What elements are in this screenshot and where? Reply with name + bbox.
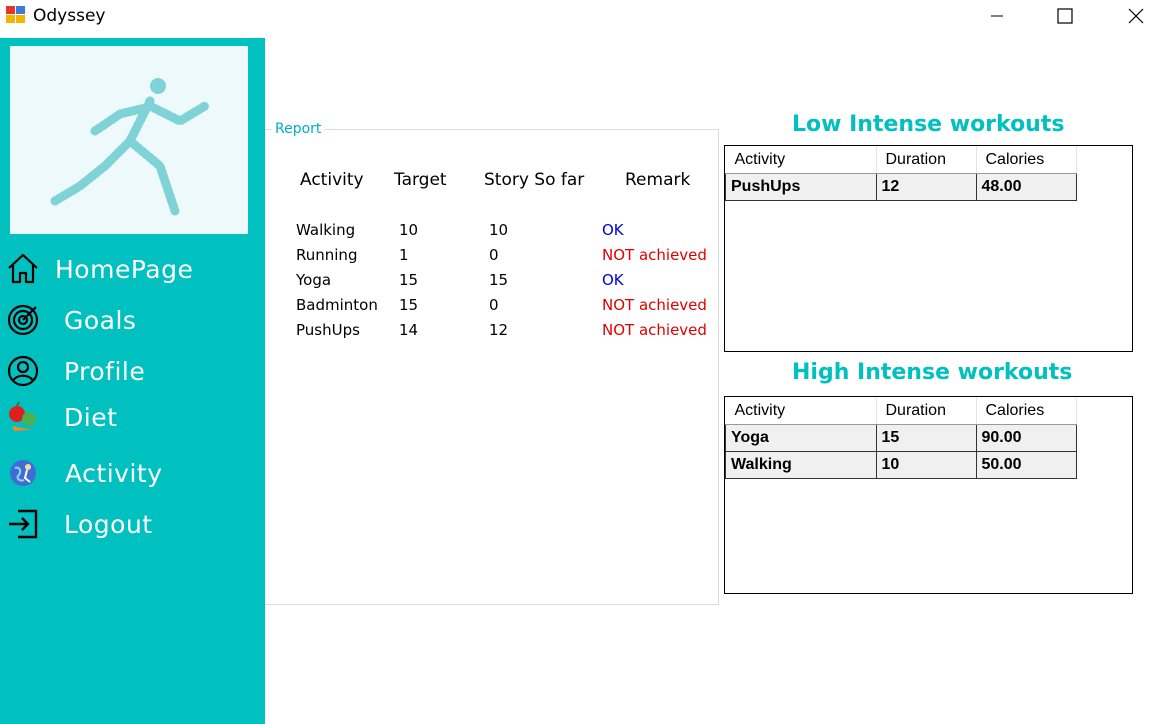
home-icon bbox=[8, 253, 38, 284]
report-cell-activity: Badminton bbox=[296, 296, 378, 314]
grid-cell[interactable]: 12 bbox=[875, 173, 977, 201]
minimize-icon bbox=[991, 15, 1003, 17]
grid-cell[interactable]: PushUps bbox=[725, 173, 877, 201]
high-intense-grid[interactable]: Activity Duration Calories Yoga 15 90.00… bbox=[724, 396, 1133, 594]
grid-cell[interactable]: 48.00 bbox=[975, 173, 1077, 201]
grid-cell[interactable]: 10 bbox=[875, 451, 977, 479]
grid-row[interactable]: PushUps 12 48.00 bbox=[725, 173, 1077, 201]
maximize-button[interactable] bbox=[1042, 0, 1088, 32]
report-group bbox=[265, 129, 719, 605]
report-cell-remark: OK bbox=[602, 221, 624, 239]
report-cell-target: 15 bbox=[399, 271, 419, 289]
nav-profile[interactable]: Profile bbox=[0, 349, 265, 393]
activity-globe-icon bbox=[10, 460, 36, 486]
grid-cell[interactable]: 90.00 bbox=[975, 424, 1077, 452]
maximize-icon bbox=[1057, 8, 1073, 24]
close-icon bbox=[1128, 8, 1144, 24]
grid-cell[interactable]: Yoga bbox=[725, 424, 877, 452]
app-icon bbox=[6, 6, 26, 24]
grid-cell[interactable]: 15 bbox=[875, 424, 977, 452]
grid-column-header[interactable]: Duration bbox=[876, 146, 977, 174]
report-cell-remark: NOT achieved bbox=[602, 321, 707, 339]
report-header-so-far: Story So far bbox=[484, 170, 585, 190]
report-cell-activity: PushUps bbox=[296, 321, 360, 339]
report-cell-so-far: 0 bbox=[489, 296, 499, 314]
target-icon bbox=[7, 304, 39, 336]
report-cell-so-far: 15 bbox=[489, 271, 509, 289]
grid-column-header[interactable]: Calories bbox=[976, 146, 1077, 174]
report-cell-remark: NOT achieved bbox=[602, 296, 707, 314]
report-cell-remark: NOT achieved bbox=[602, 246, 707, 264]
nav-diet[interactable]: Diet bbox=[0, 395, 265, 439]
grid-cell[interactable]: 50.00 bbox=[975, 451, 1077, 479]
grid-header-row: Activity Duration Calories bbox=[725, 146, 1077, 174]
report-cell-target: 10 bbox=[399, 221, 419, 239]
nav-activity[interactable]: Activity bbox=[0, 451, 265, 495]
nav-profile-label: Profile bbox=[64, 356, 146, 386]
nav-goals-label: Goals bbox=[64, 305, 137, 335]
nav-logout[interactable]: Logout bbox=[0, 502, 265, 546]
window-title: Odyssey bbox=[33, 6, 106, 26]
nav-activity-label: Activity bbox=[65, 458, 163, 488]
report-cell-target: 15 bbox=[399, 296, 419, 314]
high-intense-title: High Intense workouts bbox=[792, 360, 1073, 385]
fruit-veg-icon bbox=[9, 401, 36, 431]
logout-icon bbox=[9, 509, 38, 539]
report-header-target: Target bbox=[394, 170, 447, 190]
grid-column-header[interactable]: Activity bbox=[725, 146, 877, 174]
report-legend: Report bbox=[272, 121, 325, 137]
close-button[interactable] bbox=[1113, 0, 1159, 32]
low-intense-grid[interactable]: Activity Duration Calories PushUps 12 48… bbox=[724, 145, 1133, 352]
report-cell-target: 1 bbox=[399, 246, 409, 264]
grid-row[interactable]: Yoga 15 90.00 bbox=[725, 424, 1077, 452]
grid-column-header[interactable]: Duration bbox=[876, 397, 977, 425]
nav-homepage-label: HomePage bbox=[55, 254, 194, 284]
report-cell-so-far: 10 bbox=[489, 221, 509, 239]
user-circle-icon bbox=[7, 355, 39, 387]
nav-homepage[interactable]: HomePage bbox=[0, 247, 265, 291]
grid-row[interactable]: Walking 10 50.00 bbox=[725, 451, 1077, 479]
report-header-remark: Remark bbox=[625, 170, 691, 190]
grid-header-row: Activity Duration Calories bbox=[725, 397, 1077, 425]
report-cell-activity: Yoga bbox=[296, 271, 332, 289]
nav-goals[interactable]: Goals bbox=[0, 298, 265, 342]
title-bar: Odyssey bbox=[0, 0, 1161, 38]
report-cell-so-far: 0 bbox=[489, 246, 499, 264]
report-cell-remark: OK bbox=[602, 271, 624, 289]
report-header-activity: Activity bbox=[300, 170, 364, 190]
nav-logout-label: Logout bbox=[64, 509, 153, 539]
low-intense-title: Low Intense workouts bbox=[792, 112, 1065, 137]
minimize-button[interactable] bbox=[974, 0, 1020, 32]
running-man-logo bbox=[10, 46, 248, 234]
report-cell-target: 14 bbox=[399, 321, 419, 339]
report-cell-activity: Walking bbox=[296, 221, 356, 239]
grid-column-header[interactable]: Activity bbox=[725, 397, 877, 425]
report-cell-so-far: 12 bbox=[489, 321, 509, 339]
report-cell-activity: Running bbox=[296, 246, 358, 264]
nav-diet-label: Diet bbox=[64, 402, 118, 432]
sidebar: HomePage Goals Profile Diet Activity Log… bbox=[0, 38, 265, 724]
grid-column-header[interactable]: Calories bbox=[976, 397, 1077, 425]
grid-cell[interactable]: Walking bbox=[725, 451, 877, 479]
